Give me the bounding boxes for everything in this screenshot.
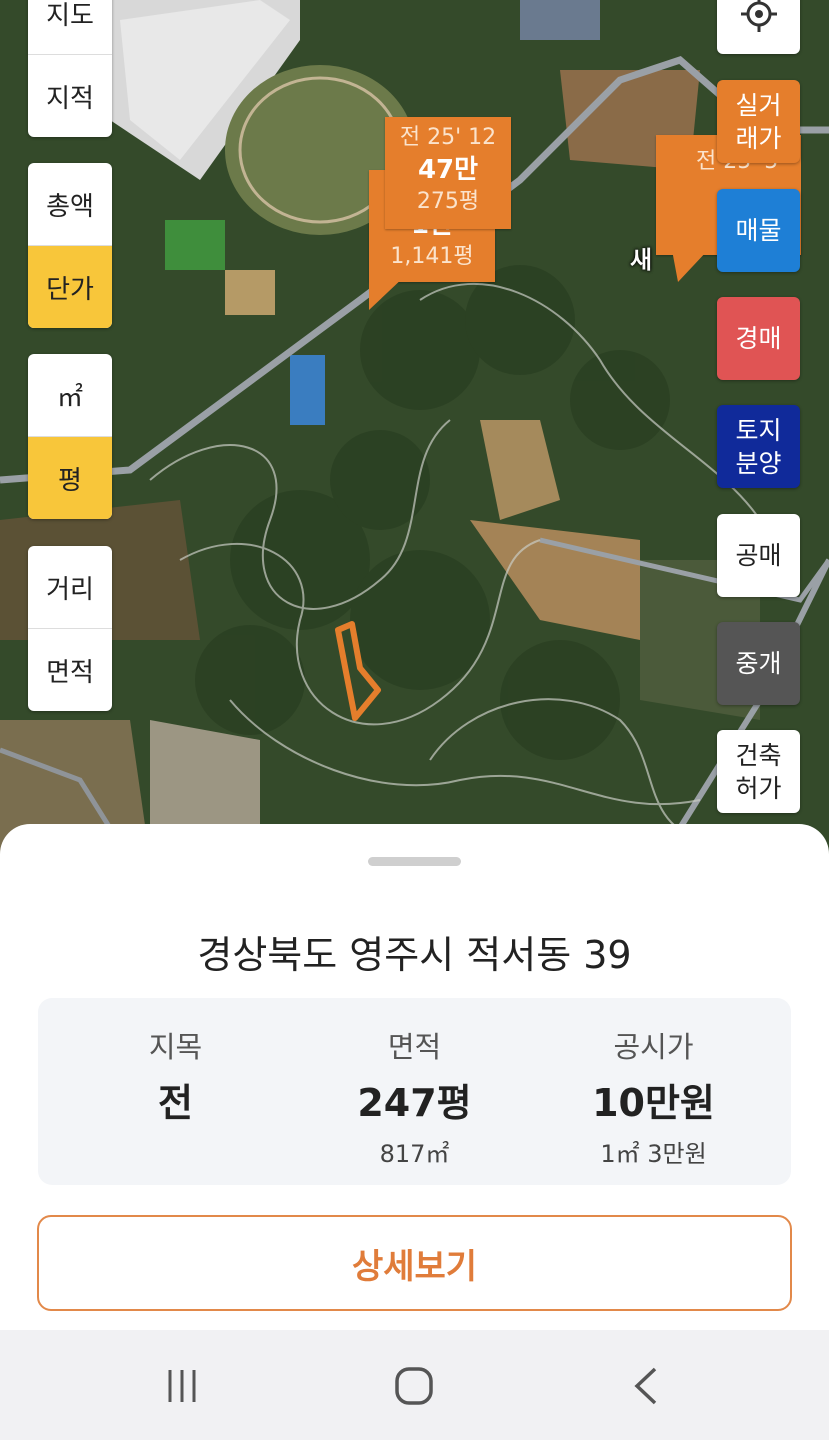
price-marker[interactable]: 전 25' 12 47만 275평 [385, 117, 511, 229]
unit-price-button[interactable]: 단가 [28, 246, 112, 328]
auction-button[interactable]: 경매 [717, 297, 800, 380]
official-price-value: 10만원 [592, 1081, 715, 1125]
official-price-label: 공시가 [613, 1030, 694, 1064]
marker-area: 275평 [416, 189, 480, 214]
home-icon [395, 1367, 433, 1405]
map-view-button[interactable]: 지도 [28, 0, 112, 55]
distance-measure-button[interactable]: 거리 [28, 546, 112, 629]
broker-button[interactable]: 중개 [717, 622, 800, 705]
land-type-label: 지목 [148, 1030, 203, 1064]
map-type-group: 지도 지적 [28, 0, 112, 137]
sheet-drag-handle[interactable] [368, 857, 461, 866]
price-mode-group: 총액 단가 [28, 163, 112, 328]
area-value: 247평 [357, 1081, 472, 1125]
cadastral-view-button[interactable]: 지적 [28, 55, 112, 137]
marker-price: 47만 [417, 155, 479, 185]
crosshair-icon [740, 0, 777, 32]
parcel-info-sheet: 경상북도 영주시 적서동 39 지목 전 면적 247평 817㎡ 공시가 10… [0, 824, 829, 1330]
total-price-button[interactable]: 총액 [28, 163, 112, 246]
public-sale-button[interactable]: 공매 [717, 514, 800, 597]
recent-apps-button[interactable] [152, 1364, 212, 1408]
measure-group: 거리 면적 [28, 546, 112, 711]
recent-apps-icon [168, 1370, 196, 1402]
marker-type-date: 전 25' 12 [399, 125, 497, 150]
building-permit-button[interactable]: 건축 허가 [717, 730, 800, 813]
home-button[interactable] [384, 1364, 444, 1408]
back-button[interactable] [617, 1364, 677, 1408]
land-type-value: 전 [158, 1081, 193, 1125]
parcel-address: 경상북도 영주시 적서동 39 [197, 933, 632, 977]
marker-pointer [369, 276, 405, 310]
locate-button[interactable] [717, 0, 800, 54]
pyeong-unit-button[interactable]: 평 [28, 437, 112, 519]
area-sub-value: 817㎡ [379, 1140, 450, 1168]
area-label: 면적 [387, 1030, 442, 1064]
view-details-button[interactable]: 상세보기 [37, 1215, 792, 1311]
listing-button[interactable]: 매물 [717, 189, 800, 272]
system-nav-bar [0, 1330, 829, 1440]
sqm-unit-button[interactable]: ㎡ [28, 354, 112, 437]
place-label: 새 [630, 246, 653, 274]
marker-pointer [672, 250, 708, 282]
parcel-summary-card: 지목 전 면적 247평 817㎡ 공시가 10만원 1㎡ 3만원 [38, 998, 791, 1185]
official-price-sub-value: 1㎡ 3만원 [600, 1140, 707, 1168]
real-trade-price-button[interactable]: 실거 래가 [717, 80, 800, 163]
map-view[interactable]: 지도 지적 총액 단가 ㎡ 평 거리 면적 1만 1,141평 전 25' 12… [0, 0, 829, 860]
land-sale-button[interactable]: 토지 분양 [717, 405, 800, 488]
area-measure-button[interactable]: 면적 [28, 629, 112, 711]
marker-area: 1,141평 [390, 244, 474, 269]
back-icon [634, 1367, 657, 1405]
unit-group: ㎡ 평 [28, 354, 112, 519]
